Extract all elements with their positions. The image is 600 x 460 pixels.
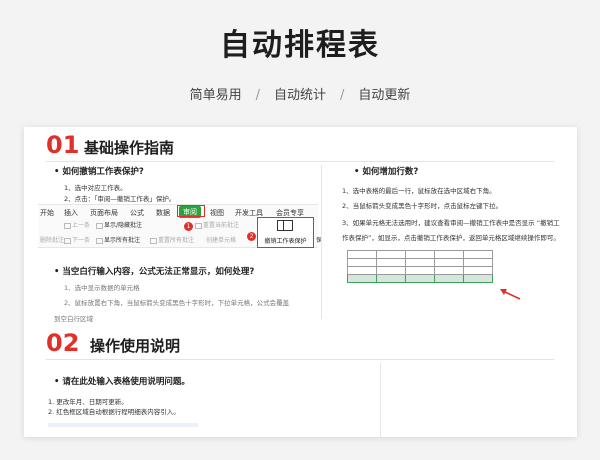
tagline-separator: / bbox=[255, 88, 260, 103]
page-title: 自动排程表 bbox=[220, 28, 380, 63]
highlight-unprotect bbox=[257, 217, 314, 248]
toggle-comment-button[interactable]: 显示/隐藏批注 bbox=[96, 220, 142, 229]
arrow-icon bbox=[500, 289, 521, 300]
step-text: 2. 红色框区域自动根据行程明细表内容引入。 bbox=[48, 408, 180, 416]
tab-data[interactable]: 数据 bbox=[156, 208, 170, 218]
step-text: 2、当鼠标箭头变成黑色十字形时，点击鼠标左键下拉。 bbox=[342, 202, 503, 210]
prev-icon bbox=[64, 222, 71, 229]
step-text: 3、如果单元格无法选用时，建议查看审阅—撤销工作表中是否显示 “撤销工 bbox=[342, 219, 560, 227]
step-text: 1、选中对应工作表。 bbox=[64, 184, 127, 192]
tab-formula[interactable]: 公式 bbox=[130, 208, 144, 218]
next-icon bbox=[64, 237, 71, 244]
selected-row bbox=[347, 274, 493, 283]
section-divider bbox=[46, 161, 554, 162]
tab-insert[interactable]: 插入 bbox=[64, 208, 78, 218]
section-divider bbox=[46, 359, 554, 360]
reset-comment-button[interactable]: 重置当前批注 bbox=[195, 220, 239, 229]
step-badge-2: 2 bbox=[247, 232, 256, 241]
tagline-item-stats: 自动统计 bbox=[273, 88, 326, 103]
question-heading: 当空白行输入内容，公式无法正常显示，如何处理? bbox=[54, 265, 254, 277]
feature-tagline: 简单易用 / 自动统计 / 自动更新 bbox=[0, 84, 600, 103]
show-all-comments-button[interactable]: 显示所有批注 bbox=[96, 235, 140, 244]
step-text: 作表保护”，如显示，点击撤销工作表保护，返回单元格区域继续操作即可。 bbox=[342, 234, 560, 242]
next-comment-button[interactable]: 下一条 bbox=[64, 235, 90, 244]
question-heading: 如何增加行数? bbox=[354, 165, 418, 177]
step-text: 1. 更改年月、日期可更新。 bbox=[48, 398, 128, 406]
table-row bbox=[347, 250, 493, 259]
step-text: 2、点击：「审阅—撤销工作表」保护。 bbox=[64, 195, 176, 203]
reset-all-comments-button[interactable]: 重置所有批注 bbox=[150, 235, 194, 244]
step-badge-1: 1 bbox=[184, 222, 193, 231]
tagline-item-update: 自动更新 bbox=[358, 88, 411, 103]
question-heading: 如何撤销工作表保护? bbox=[54, 165, 143, 177]
input-area[interactable] bbox=[48, 423, 198, 427]
section-number: 02 bbox=[46, 329, 80, 357]
question-heading: 请在此处输入表格使用说明问题。 bbox=[54, 375, 190, 387]
reset-icon bbox=[150, 237, 157, 244]
column-divider bbox=[321, 165, 322, 319]
step-text: 到空白行区域 bbox=[54, 315, 93, 323]
comment-icon bbox=[96, 222, 103, 229]
section-title: 操作使用说明 bbox=[90, 337, 181, 355]
comments-icon bbox=[96, 237, 103, 244]
tagline-item-easy: 简单易用 bbox=[189, 88, 242, 103]
create-cell-button[interactable]: 创建单元格 bbox=[206, 235, 236, 244]
ribbon-screenshot: 开始 插入 页面布局 公式 数据 审阅 视图 开发工具 会员专享 1 上一条 显… bbox=[38, 204, 322, 248]
highlight-review bbox=[177, 205, 205, 217]
section-number: 01 bbox=[46, 131, 80, 159]
delete-comment-button[interactable]: 删除批注 bbox=[40, 235, 64, 244]
section-title: 基础操作指南 bbox=[84, 139, 175, 157]
tagline-separator: / bbox=[340, 88, 345, 103]
step-text: 2、鼠标放置右下角，当鼠标箭头变成黑色十字形时，下拉单元格，公式会覆盖 bbox=[64, 299, 290, 307]
tab-page-layout[interactable]: 页面布局 bbox=[90, 208, 118, 218]
guide-card: 01 基础操作指南 如何撤销工作表保护? 1、选中对应工作表。 2、点击：「审阅… bbox=[24, 127, 577, 437]
prev-comment-button[interactable]: 上一条 bbox=[64, 220, 90, 229]
step-text: 1、选中表格的最后一行，鼠标放在选中区域右下角。 bbox=[342, 187, 496, 195]
column-divider bbox=[380, 363, 381, 437]
step-text: 1、选中显示数据的单元格 bbox=[64, 284, 140, 292]
spreadsheet-example bbox=[347, 250, 493, 291]
table-row bbox=[347, 258, 493, 267]
table-row bbox=[347, 266, 493, 275]
tab-view[interactable]: 视图 bbox=[210, 208, 224, 218]
reset-icon bbox=[195, 222, 202, 229]
tab-home[interactable]: 开始 bbox=[40, 208, 54, 218]
